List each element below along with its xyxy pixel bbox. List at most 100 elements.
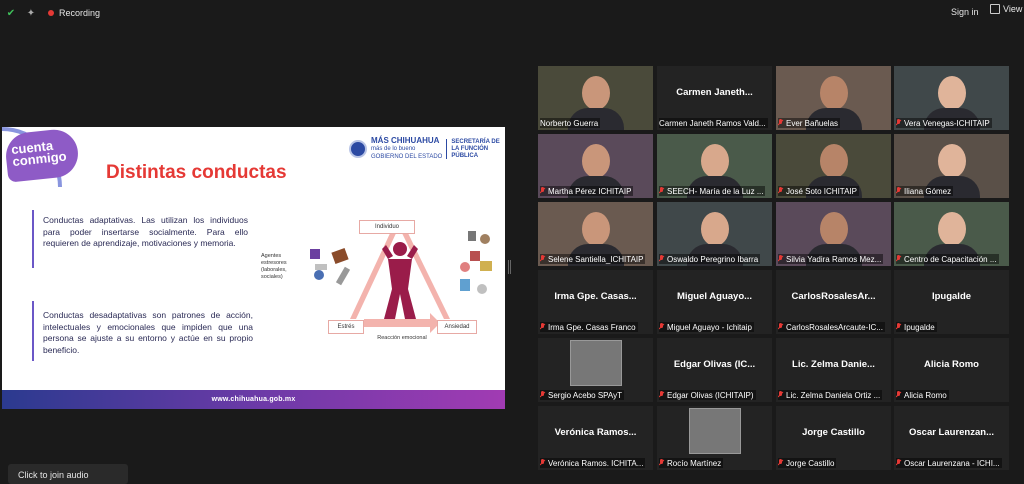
participant-name: Edgar Olivas (ICHITAIP) bbox=[667, 390, 754, 400]
participant-name: Silvia Yadira Ramos Mez... bbox=[786, 254, 882, 264]
participant-tile[interactable]: Martha Pérez ICHITAIP bbox=[538, 134, 653, 198]
participant-face bbox=[938, 212, 966, 246]
participant-tile[interactable]: Carmen Janeth... Carmen Janeth Ramos Vald… bbox=[657, 66, 772, 130]
participant-display-name: Alicia Romo bbox=[924, 358, 979, 370]
participant-display-name: Carmen Janeth... bbox=[676, 86, 753, 98]
participant-tile[interactable]: Sergio Acebo SPAyT bbox=[538, 338, 653, 402]
muted-mic-icon bbox=[778, 459, 784, 467]
participant-face bbox=[582, 144, 610, 178]
participant-display-name: Ipugalde bbox=[931, 290, 972, 302]
participant-tile[interactable]: Ipugalde Ipugalde bbox=[894, 270, 1009, 334]
participant-name: Martha Pérez ICHITAIP bbox=[548, 186, 632, 196]
muted-mic-icon bbox=[896, 391, 902, 399]
box-ansiedad: Ansiedad bbox=[437, 320, 477, 334]
muted-mic-icon bbox=[659, 391, 665, 399]
participant-tile[interactable]: Selene Santiella_ICHITAIP bbox=[538, 202, 653, 266]
record-dot-icon bbox=[48, 10, 54, 16]
participant-name: SEECH- María de la Luz ... bbox=[667, 186, 764, 196]
participant-face bbox=[938, 76, 966, 110]
participant-tile[interactable]: Verónica Ramos... Verónica Ramos. ICHITA.… bbox=[538, 406, 653, 470]
participant-tile[interactable]: José Soto ICHITAIP bbox=[776, 134, 891, 198]
paragraph-adaptive: Conductas adaptativas. Las utilizan los … bbox=[43, 215, 248, 248]
paragraph-maladaptive: Conductas desadaptativas son patrones de… bbox=[43, 310, 253, 355]
recording-indicator[interactable]: Recording bbox=[42, 3, 106, 23]
muted-mic-icon bbox=[540, 391, 546, 399]
participant-tile[interactable]: Vera Venegas-ICHITAIP bbox=[894, 66, 1009, 130]
participant-tile[interactable]: Centro de Capacitación ... bbox=[894, 202, 1009, 266]
participant-label: Centro de Capacitación ... bbox=[896, 254, 999, 264]
slide-footer: www.chihuahua.gob.mx bbox=[2, 390, 505, 409]
muted-mic-icon bbox=[659, 255, 665, 263]
participant-face bbox=[820, 212, 848, 246]
government-logo: MÁS CHIHUAHUA más de lo bueno GOBIERNO DEL… bbox=[349, 137, 501, 161]
participant-label: Carmen Janeth Ramos Vald... bbox=[659, 118, 768, 128]
participant-face bbox=[820, 144, 848, 178]
participant-label: Oswaldo Peregrino Ibarra bbox=[659, 254, 761, 264]
participant-display-name: Jorge Castillo bbox=[802, 426, 865, 438]
participant-display-name: CarlosRosalesAr... bbox=[791, 290, 876, 302]
recording-label: Recording bbox=[59, 8, 101, 18]
state-seal-icon bbox=[349, 140, 367, 158]
muted-mic-icon bbox=[540, 323, 546, 331]
participant-tile[interactable]: Irma Gpe. Casas... Irma Gpe. Casas Franco bbox=[538, 270, 653, 334]
secretaria-label: SECRETARÍA DE LA FUNCIÓN PÚBLICA bbox=[451, 138, 500, 159]
join-audio-button[interactable]: Click to join audio bbox=[8, 464, 128, 484]
participant-face bbox=[701, 144, 729, 178]
muted-mic-icon bbox=[540, 255, 546, 263]
participant-name: José Soto ICHITAIP bbox=[786, 186, 857, 196]
muted-mic-icon bbox=[778, 391, 784, 399]
participant-name: Oswaldo Peregrino Ibarra bbox=[667, 254, 759, 264]
muted-mic-icon bbox=[659, 323, 665, 331]
participant-tile[interactable]: Oswaldo Peregrino Ibarra bbox=[657, 202, 772, 266]
participant-name: Iliana Gómez bbox=[904, 186, 952, 196]
participant-tile[interactable]: Jorge Castillo Jorge Castillo bbox=[776, 406, 891, 470]
participant-tile[interactable]: Ever Bañuelas bbox=[776, 66, 891, 130]
participant-tile[interactable]: Lic. Zelma Danie... Lic. Zelma Daniela Or… bbox=[776, 338, 891, 402]
participant-label: Jorge Castillo bbox=[778, 458, 837, 468]
muted-mic-icon bbox=[778, 255, 784, 263]
participant-label: Ever Bañuelas bbox=[778, 118, 841, 128]
participant-name: Jorge Castillo bbox=[786, 458, 835, 468]
participant-tile[interactable]: Silvia Yadira Ramos Mez... bbox=[776, 202, 891, 266]
participant-name: Ever Bañuelas bbox=[786, 118, 839, 128]
view-button[interactable]: View bbox=[990, 4, 1022, 14]
participant-tile[interactable]: SEECH- María de la Luz ... bbox=[657, 134, 772, 198]
participant-tile[interactable]: CarlosRosalesAr... CarlosRosalesArcaute-I… bbox=[776, 270, 891, 334]
participant-tile[interactable]: Miguel Aguayo... Miguel Aguayo - Ichitaip bbox=[657, 270, 772, 334]
participant-label: Lic. Zelma Daniela Ortiz ... bbox=[778, 390, 883, 400]
muted-mic-icon bbox=[896, 255, 902, 263]
participant-tile[interactable]: Edgar Olivas (IC... Edgar Olivas (ICHITAI… bbox=[657, 338, 772, 402]
participant-tile[interactable]: Iliana Gómez bbox=[894, 134, 1009, 198]
participant-label: Rocío Martínez bbox=[659, 458, 724, 468]
slide-title: Distintas conductas bbox=[106, 162, 287, 183]
top-bar: ✔ ✦ Recording Sign in View bbox=[0, 0, 1024, 26]
participant-label: Vera Venegas-ICHITAIP bbox=[896, 118, 992, 128]
sparkle-icon[interactable]: ✦ bbox=[24, 6, 38, 20]
muted-mic-icon bbox=[540, 187, 546, 195]
avatar bbox=[570, 340, 622, 386]
participant-label: Irma Gpe. Casas Franco bbox=[540, 322, 638, 332]
participant-tile[interactable]: Norberto Guerra bbox=[538, 66, 653, 130]
participant-tile[interactable]: Oscar Laurenzan... Oscar Laurenzana - ICH… bbox=[894, 406, 1009, 470]
participant-label: Alicia Romo bbox=[896, 390, 949, 400]
participant-tile[interactable]: Alicia Romo Alicia Romo bbox=[894, 338, 1009, 402]
participant-label: Sergio Acebo SPAyT bbox=[540, 390, 624, 400]
participant-name: Centro de Capacitación ... bbox=[904, 254, 997, 264]
shield-check-icon[interactable]: ✔ bbox=[4, 6, 18, 20]
muted-mic-icon bbox=[778, 119, 784, 127]
reaccion-label: Reacción emocional bbox=[377, 335, 427, 341]
sign-in-button[interactable]: Sign in bbox=[951, 7, 979, 17]
participant-label: SEECH- María de la Luz ... bbox=[659, 186, 766, 196]
participant-name: CarlosRosalesArcaute-IC... bbox=[786, 322, 883, 332]
participant-tile[interactable]: Rocío Martínez bbox=[657, 406, 772, 470]
panel-resize-handle[interactable] bbox=[508, 260, 511, 274]
participant-display-name: Irma Gpe. Casas... bbox=[554, 290, 637, 302]
participant-name: Lic. Zelma Daniela Ortiz ... bbox=[786, 390, 881, 400]
muted-mic-icon bbox=[659, 459, 665, 467]
participant-face bbox=[701, 212, 729, 246]
participant-label: Verónica Ramos. ICHITA... bbox=[540, 458, 646, 468]
muted-mic-icon bbox=[540, 459, 546, 467]
cuenta-conmigo-logo: cuenta conmigo bbox=[3, 127, 81, 183]
arrow-reaction bbox=[364, 313, 440, 333]
participant-label: José Soto ICHITAIP bbox=[778, 186, 859, 196]
